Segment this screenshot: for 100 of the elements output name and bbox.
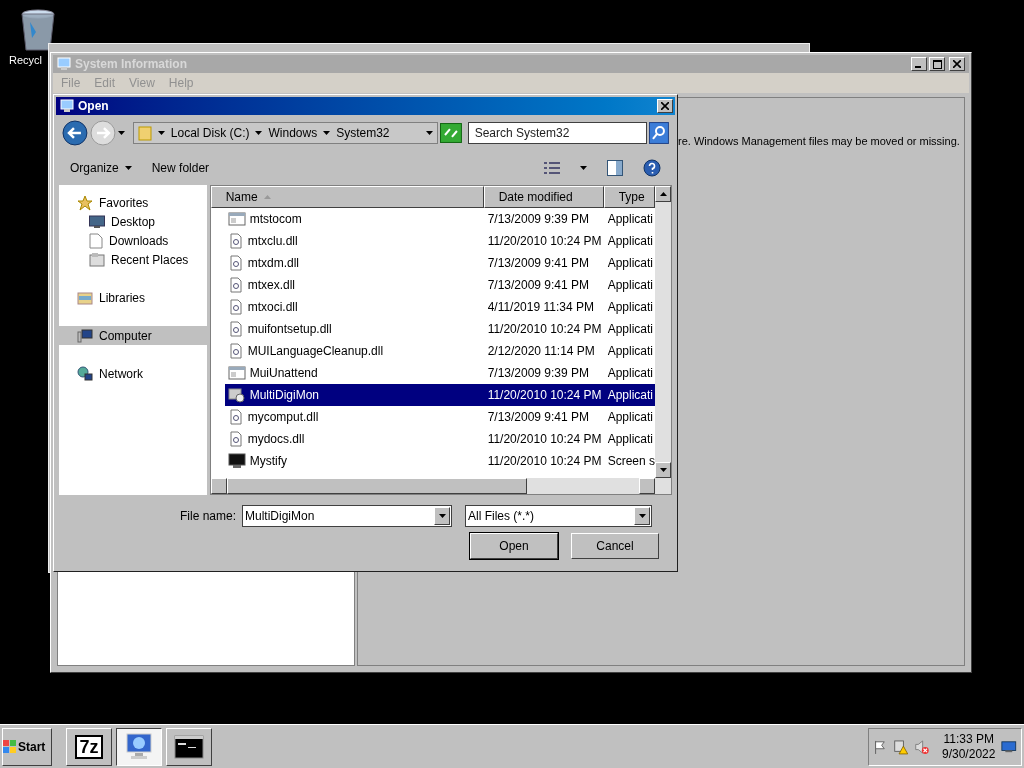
date-cell-text: 7/13/2009 9:39 PM: [486, 211, 591, 228]
breadcrumb-item[interactable]: System32: [336, 124, 390, 142]
file-name: Mystify: [249, 453, 287, 470]
file-row[interactable]: mtxoci.dll 4/11/2019 11:34 PM Applicati: [224, 296, 655, 318]
file-row[interactable]: muifontsetup.dll 11/20/2010 10:24 PM Applicati: [224, 318, 655, 340]
taskbar-button[interactable]: 7z: [66, 727, 112, 766]
chevron-icon: [255, 131, 263, 135]
star-icon: [77, 194, 93, 211]
file-name: MUILanguageCleanup.dll: [247, 343, 384, 360]
chevron-icon: [124, 166, 132, 170]
file-row[interactable]: mydocs.dll 11/20/2010 10:24 PM Applicati: [224, 428, 655, 450]
start-button[interactable]: Start: [2, 727, 52, 766]
vertical-scrollbar[interactable]: [655, 186, 671, 478]
column-header[interactable]: Date modified: [483, 186, 604, 208]
monitor-icon: [60, 99, 74, 113]
file-row[interactable]: mtstocom 7/13/2009 9:39 PM Applicati: [224, 208, 655, 230]
breadcrumb-item[interactable]: Local Disk (C:): [170, 124, 250, 142]
date-cell-text: 11/20/2010 10:24 PM: [486, 233, 603, 250]
dropdown-button[interactable]: [434, 507, 450, 525]
dialog-button[interactable]: Cancel: [571, 533, 659, 559]
field-label: File name:: [178, 508, 237, 525]
file-row[interactable]: mtxex.dll 7/13/2009 9:41 PM Applicati: [224, 274, 655, 296]
horizontal-scrollbar[interactable]: [210, 478, 671, 494]
clock[interactable]: 11:33 PM 9/30/2022: [942, 731, 996, 762]
sort-arrow-icon: [263, 195, 271, 199]
file-type-select[interactable]: All Files (*.*): [465, 505, 652, 527]
document-icon: [89, 232, 103, 249]
file-row[interactable]: mtxclu.dll 11/20/2010 10:24 PM Applicati: [224, 230, 655, 252]
toolbar-button[interactable]: New folder: [151, 159, 210, 177]
close-icon: [953, 60, 961, 68]
trash-can-icon[interactable]: [20, 8, 56, 52]
taskbar-button[interactable]: [116, 727, 162, 766]
chevron-icon: [323, 131, 331, 135]
nav-item[interactable]: Favorites: [59, 193, 207, 212]
file-row[interactable]: MuiUnattend 7/13/2009 9:39 PM Applicati: [224, 362, 655, 384]
close-button[interactable]: [657, 99, 673, 113]
muted-speaker-icon[interactable]: [914, 737, 930, 756]
dialog-button[interactable]: Open: [470, 533, 558, 559]
flag-icon[interactable]: [873, 738, 887, 755]
chevron-icon: [117, 131, 125, 135]
document-icon: [227, 299, 244, 315]
up-arrow-icon: [659, 192, 667, 196]
close-button[interactable]: [949, 57, 965, 71]
file-row[interactable]: MultiDigiMon 11/20/2010 10:24 PM Applicati: [224, 384, 655, 406]
console-icon: [174, 734, 204, 759]
minimize-button[interactable]: [911, 57, 927, 71]
window-icon: [227, 365, 246, 381]
type-cell-text: Applicati: [606, 409, 653, 426]
type-cell-text: Applicati: [606, 255, 653, 272]
gear-icon: [227, 387, 246, 403]
refresh-icon[interactable]: [439, 123, 462, 143]
windows-logo-icon: [3, 739, 17, 754]
nav-item[interactable]: Recent Places: [59, 250, 207, 269]
nav-item[interactable]: Desktop: [59, 212, 207, 231]
list-view-icon[interactable]: [544, 161, 560, 175]
nav-item[interactable]: Computer: [59, 326, 207, 345]
computer-icon: [77, 327, 93, 344]
file-row[interactable]: mycomput.dll 7/13/2009 9:41 PM Applicati: [224, 406, 655, 428]
date-cell-text: 11/20/2010 10:24 PM: [486, 387, 603, 404]
file-name: mtxex.dll: [247, 277, 295, 294]
file-row[interactable]: mtxdm.dll 7/13/2009 9:41 PM Applicati: [224, 252, 655, 274]
file-row[interactable]: MUILanguageCleanup.dll 2/12/2020 11:14 PM Applicati: [224, 340, 655, 362]
message-text: re. Windows Management files may be moved or missing.: [678, 135, 960, 147]
network-warning-icon[interactable]: [892, 737, 909, 756]
type-cell-text: Applicati: [606, 431, 653, 448]
file-name: mtstocom: [249, 211, 302, 228]
maximize-button[interactable]: [929, 57, 945, 71]
monitor-icon[interactable]: [1001, 739, 1017, 754]
column-header[interactable]: Name: [210, 186, 484, 208]
nav-item[interactable]: Downloads: [59, 231, 207, 250]
date-cell-text: 7/13/2009 9:41 PM: [486, 277, 591, 294]
file-name: muifontsetup.dll: [247, 321, 332, 338]
chevron-icon: [157, 131, 165, 135]
file-name-field[interactable]: MultiDigiMon: [242, 505, 452, 527]
nav-item[interactable]: Network: [59, 364, 207, 383]
search-icon[interactable]: [649, 122, 669, 144]
file-name: mtxclu.dll: [247, 233, 298, 250]
maximize-icon: [932, 59, 942, 69]
document-icon: [227, 277, 244, 293]
search-field[interactable]: Search System32: [467, 122, 648, 144]
dropdown-button[interactable]: [634, 507, 650, 525]
column-header[interactable]: Type: [603, 186, 655, 208]
file-name: MultiDigiMon: [249, 387, 319, 404]
file-name: mtxdm.dll: [247, 255, 299, 272]
help-icon[interactable]: [643, 159, 661, 177]
date-cell-text: 4/11/2019 11:34 PM: [486, 299, 595, 316]
close-icon: [661, 102, 669, 110]
document-icon: [227, 321, 244, 337]
document-icon: [227, 431, 244, 447]
preview-pane-icon[interactable]: [607, 160, 623, 176]
toolbar-button[interactable]: Organize: [70, 159, 132, 177]
file-row[interactable]: Mystify 11/20/2010 10:24 PM Screen s: [224, 450, 655, 472]
monitor-icon: [124, 731, 154, 762]
date-cell-text: 2/12/2020 11:14 PM: [486, 343, 596, 360]
type-cell-text: Applicati: [606, 321, 653, 338]
type-cell-text: Applicati: [606, 299, 653, 316]
address-bar[interactable]: Local Disk (C:) Windows System32: [132, 122, 438, 144]
breadcrumb-item[interactable]: Windows: [268, 124, 318, 142]
chevron-icon: [659, 468, 667, 472]
nav-item[interactable]: Libraries: [59, 288, 207, 307]
